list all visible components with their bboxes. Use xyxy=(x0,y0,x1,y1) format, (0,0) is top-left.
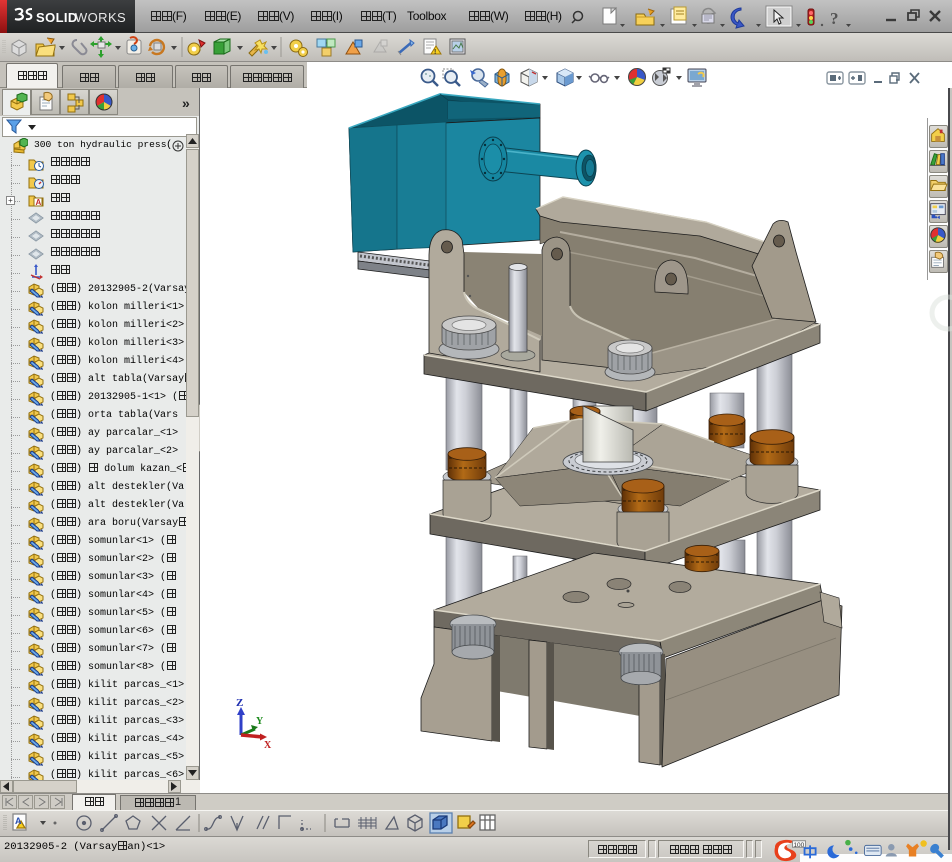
svg-text:?: ? xyxy=(830,9,839,28)
svg-text:SOLID: SOLID xyxy=(36,10,78,25)
svg-text:WORKS: WORKS xyxy=(75,10,126,25)
svg-text:100: 100 xyxy=(793,842,804,849)
svg-text:!: ! xyxy=(434,49,436,56)
svg-text:A: A xyxy=(15,816,22,826)
